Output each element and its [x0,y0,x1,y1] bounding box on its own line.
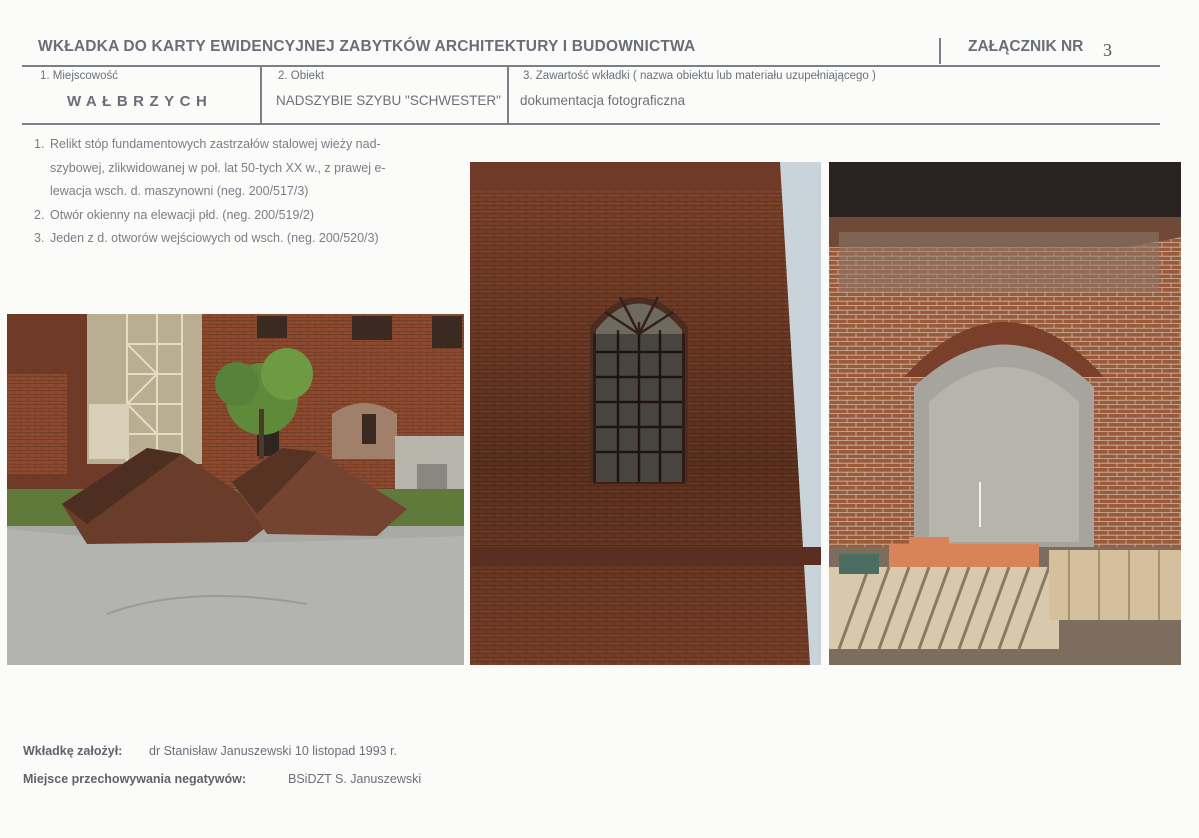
attachment-number: 3 [1103,40,1112,60]
card-title: WKŁADKA DO KARTY EWIDENCYJNEJ ZABYTKÓW A… [38,38,696,55]
content-value: dokumentacja fotograficzna [520,93,686,108]
object-label: 2. Obiekt [278,70,325,82]
object-value: NADSZYBIE SZYBU "SCHWESTER" [276,93,501,108]
fields-rule [22,123,1160,125]
description-item: 1. Relikt stóp fundamentowych zastrzałów… [34,133,434,204]
description-number: 2. [34,207,45,222]
founder-row: Wkładkę założył: dr Stanisław Januszewsk… [23,744,397,758]
header-rule [22,65,1160,67]
photo-bricked-entrance [829,162,1181,665]
storage-row: Miejsce przechowywania negatywów: BSiDZT… [23,772,421,786]
attachment-label: ZAŁĄCZNIK NR [968,38,1084,55]
description-line: Relikt stóp fundamentowych zastrzałów st… [50,137,381,151]
header-divider [939,38,941,64]
photo-window-opening [470,162,821,665]
description-line: lewacja wsch. d. maszynowni (neg. 200/51… [50,184,309,198]
locality-label: 1. Miejscowość [40,70,118,82]
storage-value: BSiDZT S. Januszewski [288,772,422,786]
description-line: Otwór okienny na elewacji płd. (neg. 200… [50,207,315,222]
description-line: szybowej, zlikwidowanej w poł. lat 50-ty… [50,160,386,175]
field-divider [507,65,509,124]
content-label: 3. Zawartość wkładki ( nazwa obiektu lub… [523,70,876,82]
locality-value: WAŁBRZYCH [67,93,213,110]
description-item: 3. Jeden z d. otworów wejściowych od wsc… [34,227,434,251]
description-number: 3. [34,231,45,245]
description-item: 2. Otwór okienny na elewacji płd. (neg. … [34,204,434,228]
record-card-insert: WKŁADKA DO KARTY EWIDENCYJNEJ ZABYTKÓW A… [0,0,1199,838]
description-number: 1. [34,137,45,151]
field-divider [260,65,262,124]
founder-label: Wkładkę założył: [23,744,123,758]
photo-foundation-relics [7,314,464,665]
photo-description-list: 1. Relikt stóp fundamentowych zastrzałów… [34,133,434,251]
storage-label: Miejsce przechowywania negatywów: [23,772,246,786]
founder-value: dr Stanisław Januszewski 10 listopad 199… [149,744,398,758]
description-line: Jeden z d. otworów wejściowych od wsch. … [50,231,379,245]
